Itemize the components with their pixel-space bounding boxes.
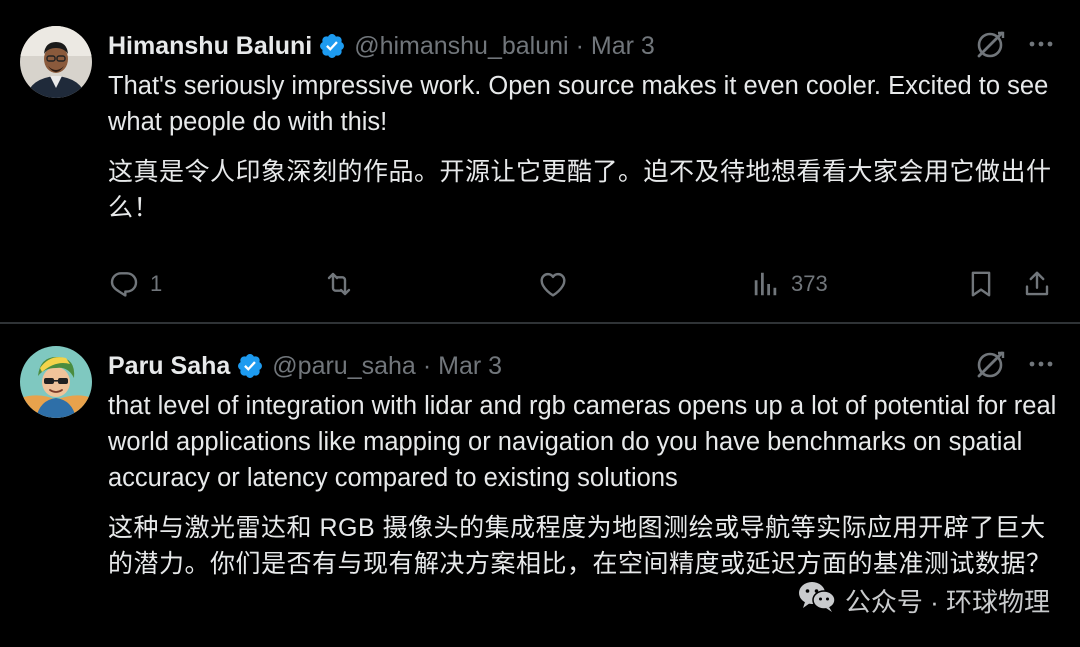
views-button[interactable]: 373	[751, 264, 828, 304]
tweet-header: Paru Saha @paru_saha · Mar 3	[108, 348, 502, 384]
more-icon[interactable]	[1026, 349, 1056, 379]
avatar[interactable]	[20, 346, 92, 418]
grok-icon[interactable]	[974, 348, 1006, 380]
tweet-text-cn: 这种与激光雷达和 RGB 摄像头的集成程度为地图测绘或导航等实际应用开辟了巨大的…	[108, 514, 1052, 578]
verified-badge-icon	[236, 352, 264, 380]
tweet-text-en: that level of integration with lidar and…	[108, 392, 1057, 492]
tweet-himanshu[interactable]: Himanshu Baluni @himanshu_baluni · Mar 3	[0, 0, 1080, 322]
tweet-text-cn: 这真是令人印象深刻的作品。开源让它更酷了。迫不及待地想看看大家会用它做出什么！	[108, 158, 1052, 222]
reply-button[interactable]: 1	[108, 264, 162, 304]
tweet-date[interactable]: Mar 3	[591, 32, 655, 61]
author-name[interactable]: Paru Saha	[108, 352, 230, 381]
avatar[interactable]	[20, 26, 92, 98]
reply-count: 1	[150, 271, 163, 296]
reply-icon	[108, 268, 140, 300]
author-handle[interactable]: @himanshu_baluni	[354, 32, 568, 61]
header-actions	[974, 28, 1056, 60]
separator-dot: ·	[422, 351, 432, 380]
wechat-icon	[797, 580, 837, 621]
views-icon	[751, 268, 781, 300]
tweet-date[interactable]: Mar 3	[438, 352, 502, 381]
author-name[interactable]: Himanshu Baluni	[108, 32, 312, 61]
tweet-header: Himanshu Baluni @himanshu_baluni · Mar 3	[108, 28, 655, 64]
share-button[interactable]	[1022, 264, 1052, 304]
more-icon[interactable]	[1026, 29, 1056, 59]
views-count: 373	[791, 271, 828, 296]
watermark: 公众号 · 环球物理	[797, 580, 1050, 621]
author-handle[interactable]: @paru_saha	[272, 352, 416, 381]
tweet-text-en: That's seriously impressive work. Open s…	[108, 72, 1049, 136]
verified-badge-icon	[318, 32, 346, 60]
separator-dot: ·	[575, 31, 584, 60]
bookmark-icon	[966, 268, 996, 300]
tweet-actions: 1 373	[108, 264, 1058, 304]
bookmark-button[interactable]	[966, 264, 996, 304]
share-icon	[1022, 268, 1052, 300]
header-actions	[974, 348, 1056, 380]
retweet-icon	[322, 268, 356, 300]
retweet-button[interactable]	[322, 264, 356, 304]
like-icon	[537, 268, 569, 300]
grok-icon[interactable]	[974, 28, 1006, 60]
like-button[interactable]	[537, 264, 569, 304]
watermark-text: 公众号 · 环球物理	[844, 587, 1050, 617]
